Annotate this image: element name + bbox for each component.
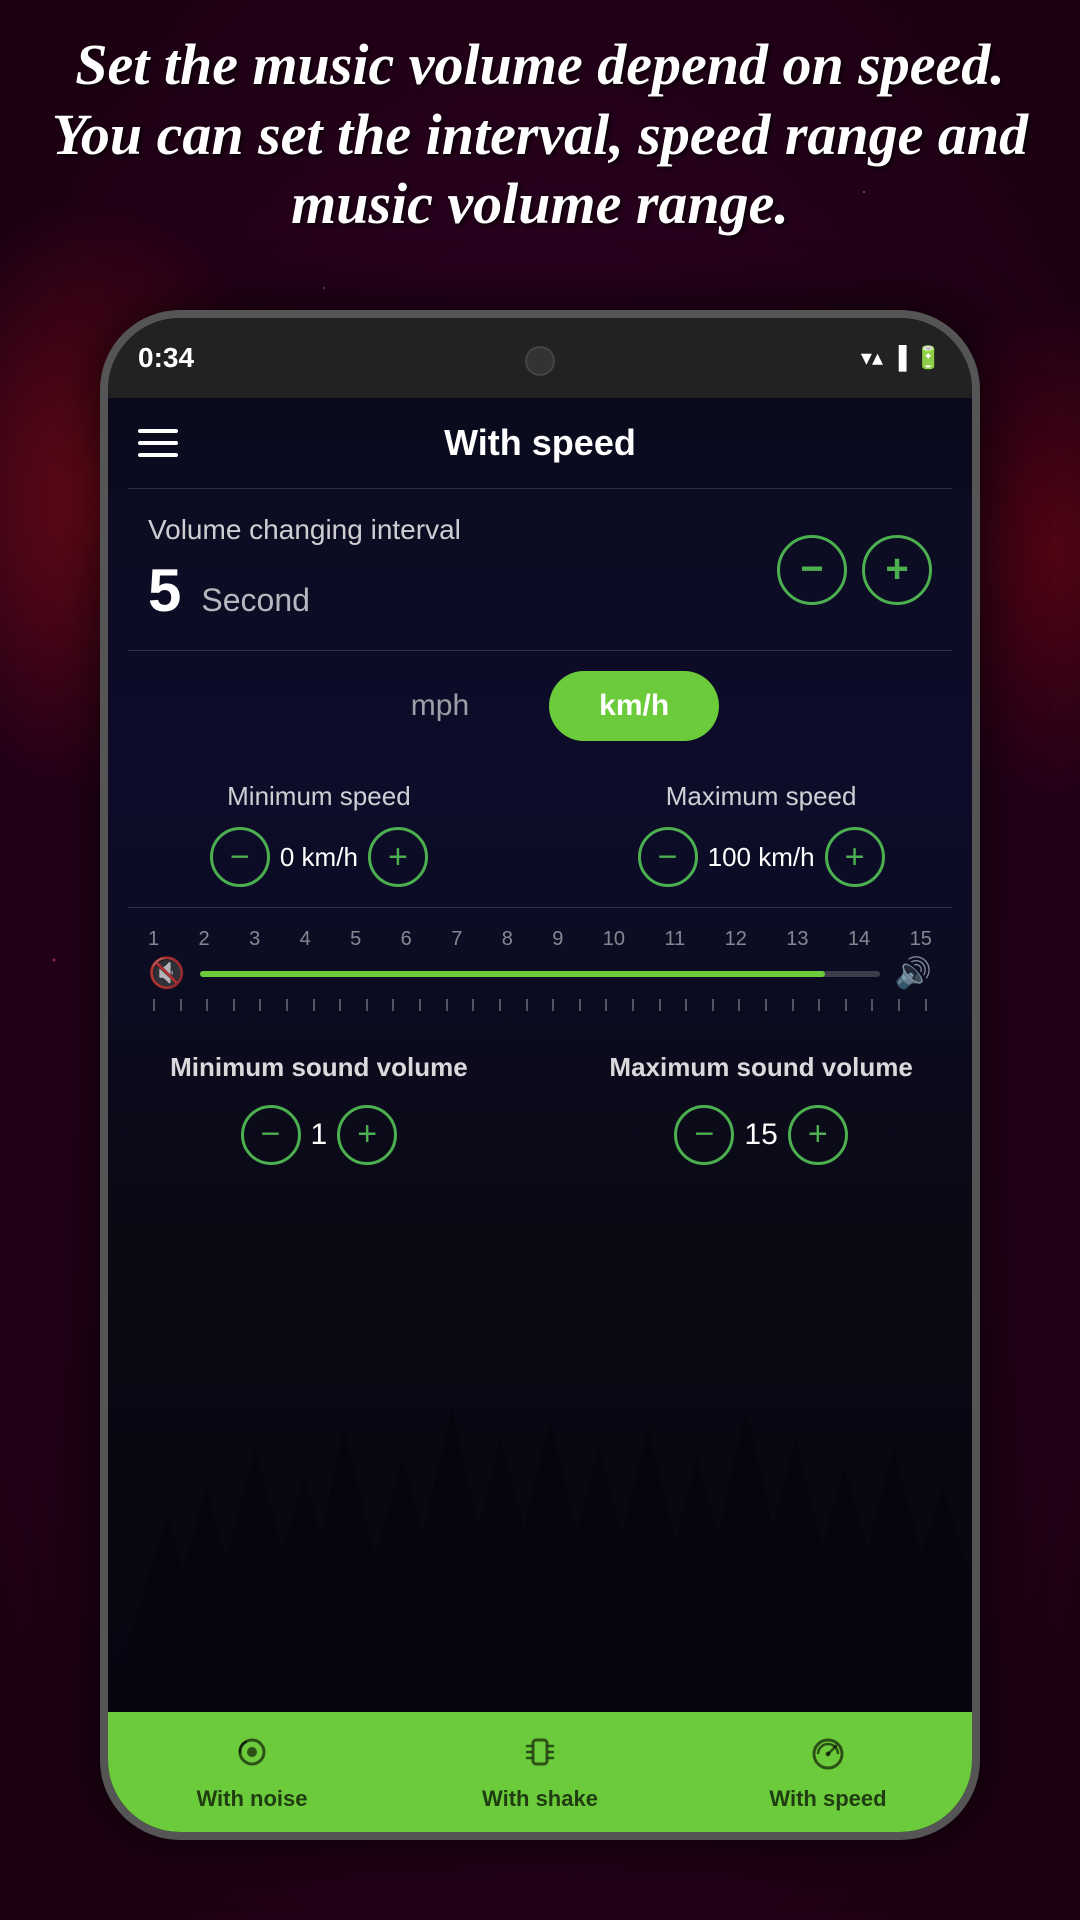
slider-num-15: 15 xyxy=(910,928,932,951)
min-sound-plus-button[interactable]: + xyxy=(337,1105,397,1165)
max-sound-value: 15 xyxy=(744,1118,777,1152)
phone-frame: 0:34 ▾▴ ▐ 🔋 With speed Volume changing i… xyxy=(100,310,980,1840)
slider-ticks xyxy=(148,999,932,1011)
interval-minus-button[interactable]: − xyxy=(777,535,847,605)
signal-icon: ▐ xyxy=(891,345,907,371)
nav-with-noise[interactable]: With noise xyxy=(108,1712,396,1832)
min-speed-label: Minimum speed xyxy=(138,781,500,812)
min-sound-label: Minimum sound volume xyxy=(138,1051,500,1085)
with-noise-icon xyxy=(232,1732,272,1781)
status-time: 0:34 xyxy=(138,342,194,374)
slider-num-4: 4 xyxy=(300,928,311,951)
kmh-option[interactable]: km/h xyxy=(549,671,719,741)
min-speed-col: Minimum speed − 0 km/h + xyxy=(138,781,500,887)
nav-with-shake[interactable]: With shake xyxy=(396,1712,684,1832)
sound-controls: Minimum sound volume − 1 + Maximum sound… xyxy=(108,1031,972,1185)
with-speed-label: With speed xyxy=(769,1786,886,1812)
with-speed-icon xyxy=(808,1732,848,1781)
slider-num-9: 9 xyxy=(552,928,563,951)
min-sound-minus-button[interactable]: − xyxy=(241,1105,301,1165)
slider-num-6: 6 xyxy=(401,928,412,951)
min-speed-value: 0 km/h xyxy=(280,842,358,873)
min-speed-minus-button[interactable]: − xyxy=(210,827,270,887)
max-speed-label: Maximum speed xyxy=(580,781,942,812)
slider-row: 🔇 🔊 xyxy=(148,956,932,991)
slider-num-13: 13 xyxy=(786,928,808,951)
interval-unit: Second xyxy=(201,582,310,619)
max-speed-col: Maximum speed − 100 km/h + xyxy=(580,781,942,887)
app-header: With speed xyxy=(108,398,972,488)
slider-num-12: 12 xyxy=(725,928,747,951)
bottom-nav: With noise With shake xyxy=(108,1712,972,1832)
speed-unit-toggle: mph km/h xyxy=(108,651,972,761)
with-noise-label: With noise xyxy=(196,1786,307,1812)
slider-numbers: 1 2 3 4 5 6 7 8 9 10 11 12 13 14 15 xyxy=(148,928,932,951)
max-sound-plus-button[interactable]: + xyxy=(788,1105,848,1165)
interval-controls: − + xyxy=(777,535,932,605)
with-shake-icon xyxy=(520,1732,560,1781)
max-sound-label: Maximum sound volume xyxy=(580,1051,942,1085)
status-icons: ▾▴ ▐ 🔋 xyxy=(861,345,942,371)
volume-interval-section: Volume changing interval 5 Second − + xyxy=(108,489,972,650)
battery-icon: 🔋 xyxy=(915,345,942,371)
slider-num-10: 10 xyxy=(603,928,625,951)
interval-value: 5 xyxy=(148,556,181,625)
nav-with-speed[interactable]: With speed xyxy=(684,1712,972,1832)
slider-num-5: 5 xyxy=(350,928,361,951)
volume-slider-section: 1 2 3 4 5 6 7 8 9 10 11 12 13 14 15 🔇 xyxy=(108,908,972,1031)
with-shake-label: With shake xyxy=(482,1786,598,1812)
max-speed-minus-button[interactable]: − xyxy=(638,827,698,887)
slider-num-8: 8 xyxy=(502,928,513,951)
slider-num-7: 7 xyxy=(451,928,462,951)
volume-low-icon: 🔇 xyxy=(148,956,185,991)
app-content: With speed Volume changing interval 5 Se… xyxy=(108,398,972,1832)
interval-plus-button[interactable]: + xyxy=(862,535,932,605)
max-sound-minus-button[interactable]: − xyxy=(674,1105,734,1165)
slider-num-11: 11 xyxy=(664,928,685,951)
max-speed-plus-button[interactable]: + xyxy=(825,827,885,887)
wifi-icon: ▾▴ xyxy=(861,345,883,371)
status-bar: 0:34 ▾▴ ▐ 🔋 xyxy=(138,328,942,388)
screen-title: With speed xyxy=(444,422,636,464)
volume-interval-label: Volume changing interval xyxy=(148,514,461,546)
slider-num-1: 1 xyxy=(148,928,159,951)
headline: Set the music volume depend on speed. Yo… xyxy=(40,30,1040,239)
max-sound-col: Maximum sound volume − 15 + xyxy=(580,1051,942,1165)
forest-silhouette xyxy=(108,1362,972,1712)
slider-num-2: 2 xyxy=(199,928,210,951)
speed-controls: Minimum speed − 0 km/h + Maximum speed −… xyxy=(108,761,972,907)
slider-fill xyxy=(200,971,825,977)
max-speed-value: 100 km/h xyxy=(708,842,815,873)
min-sound-col: Minimum sound volume − 1 + xyxy=(138,1051,500,1165)
min-speed-plus-button[interactable]: + xyxy=(368,827,428,887)
volume-high-icon: 🔊 xyxy=(895,956,932,991)
slider-num-14: 14 xyxy=(848,928,870,951)
volume-slider[interactable] xyxy=(200,971,879,977)
hamburger-menu[interactable] xyxy=(138,429,178,457)
min-sound-value: 1 xyxy=(311,1118,328,1152)
slider-num-3: 3 xyxy=(249,928,260,951)
mph-option[interactable]: mph xyxy=(361,671,519,741)
